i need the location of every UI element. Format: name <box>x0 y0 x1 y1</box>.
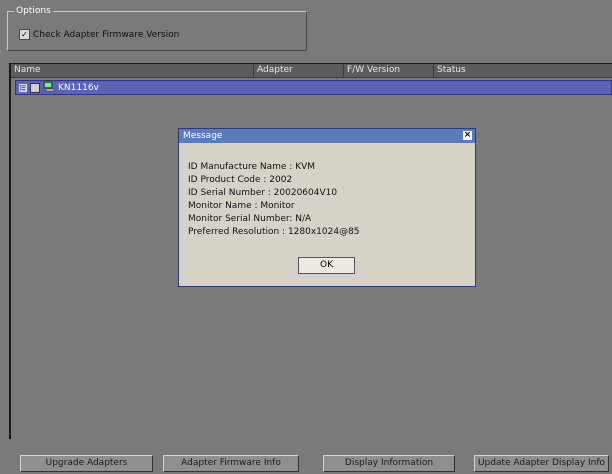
display-information-button[interactable]: Display Information <box>323 455 455 472</box>
column-header-fw-version[interactable]: F/W Version <box>344 64 434 77</box>
computer-network-icon <box>43 81 55 95</box>
check-firmware-checkbox[interactable]: ✓ <box>19 29 30 40</box>
id-serial-number: ID Serial Number : 20020604V10 <box>188 188 338 198</box>
adapter-firmware-info-button[interactable]: Adapter Firmware Info <box>163 455 299 472</box>
ok-button[interactable]: OK <box>298 257 355 274</box>
monitor-name: Monitor Name : Monitor <box>188 201 295 211</box>
check-firmware-label[interactable]: Check Adapter Firmware Version <box>33 30 179 40</box>
column-header-adapter[interactable]: Adapter <box>254 64 344 77</box>
row-checkbox[interactable] <box>30 82 40 93</box>
message-dialog: Message × ID Manufacture Name : KVM ID P… <box>178 128 476 287</box>
options-group: Options ✓ Check Adapter Firmware Version <box>7 6 307 51</box>
upgrade-adapters-button[interactable]: Upgrade Adapters <box>20 455 153 472</box>
id-product-code: ID Product Code : 2002 <box>188 175 293 185</box>
action-bar: Upgrade Adapters Adapter Firmware Info D… <box>0 455 612 474</box>
check-firmware-row[interactable]: ✓ Check Adapter Firmware Version <box>19 29 179 40</box>
preferred-resolution: Preferred Resolution : 1280x1024@85 <box>188 227 360 237</box>
column-header-name[interactable]: Name <box>11 64 254 77</box>
id-manufacture-name: ID Manufacture Name : KVM <box>188 162 316 172</box>
dialog-title: Message <box>183 131 223 141</box>
list-header: Name Adapter F/W Version Status <box>11 64 612 78</box>
options-legend: Options <box>14 6 53 17</box>
collapse-icon[interactable]: ⊟ <box>19 83 27 92</box>
monitor-serial-number: Monitor Serial Number: N/A <box>188 214 312 224</box>
dialog-title-bar[interactable]: Message × <box>179 129 475 143</box>
close-icon[interactable]: × <box>463 131 472 140</box>
column-header-status[interactable]: Status <box>434 64 612 77</box>
dialog-message: ID Manufacture Name : KVM ID Product Cod… <box>188 161 360 239</box>
checkmark-icon: ✓ <box>21 30 28 39</box>
update-adapter-display-info-button[interactable]: Update Adapter Display Info <box>474 455 609 472</box>
list-item[interactable]: ⊟ KN1116v <box>15 80 612 95</box>
row-label: KN1116v <box>58 82 99 93</box>
